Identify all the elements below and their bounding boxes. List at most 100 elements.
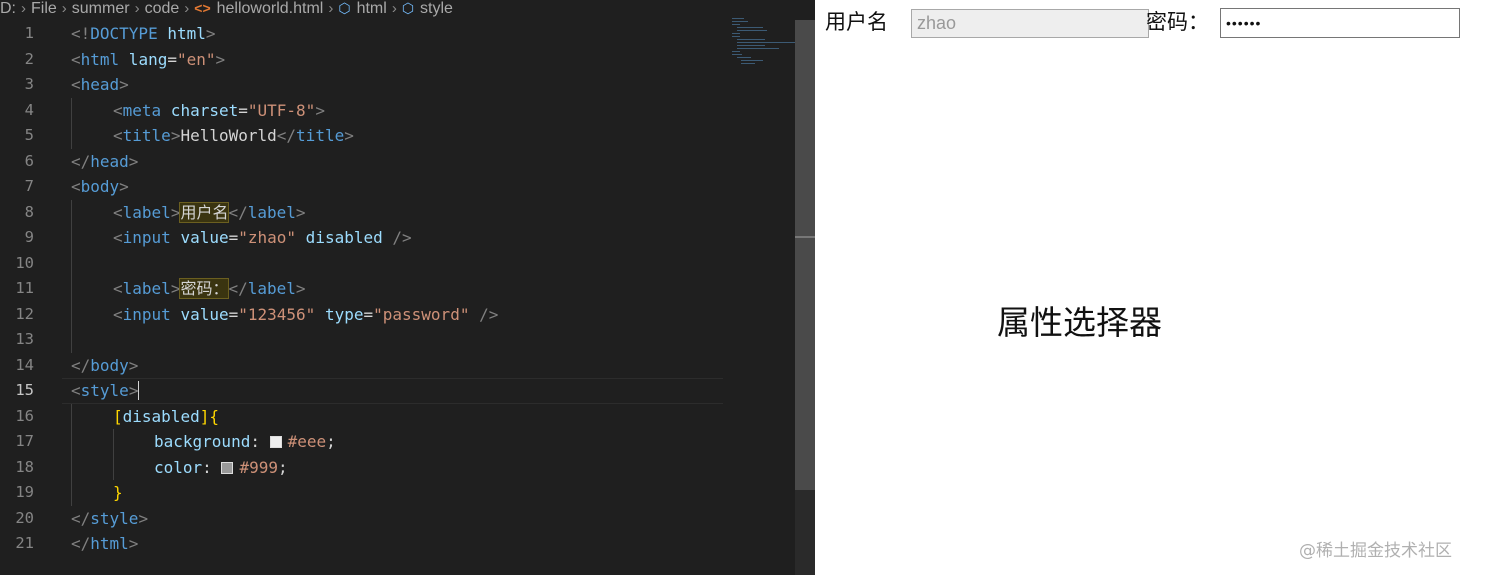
chevron-right-icon: › (391, 0, 397, 17)
current-line-highlight (62, 378, 723, 404)
cube-icon: ⬡ (401, 0, 415, 16)
breadcrumb-summer-folder[interactable]: summer (72, 0, 130, 17)
indent-guide (71, 454, 72, 480)
code-text: <html lang="en"> (71, 49, 226, 69)
code-text: <label>密码：</label> (113, 278, 306, 299)
code-line[interactable]: 17 background: #eee; (0, 429, 795, 455)
line-number: 11 (15, 279, 34, 297)
code-line[interactable]: 9 <input value="zhao" disabled /> (0, 225, 795, 251)
code-text: </head> (71, 151, 139, 171)
code-line[interactable]: 7 <body> (0, 174, 795, 200)
code-line[interactable]: 6 </head> (0, 149, 795, 175)
browser-preview: 用户名 zhao 密码： •••••• 属性选择器 @稀土掘金技术社区 (815, 0, 1512, 575)
scrollbar-thumb[interactable] (795, 20, 815, 490)
code-line[interactable]: 12 <input value="123456" type="password" … (0, 301, 795, 327)
code-line-active[interactable]: 15 <style> (0, 378, 795, 404)
line-number: 14 (15, 355, 34, 374)
code-text: [disabled]{ (113, 406, 219, 426)
watermark: @稀土掘金技术社区 (1299, 541, 1452, 561)
code-line[interactable]: 4 <meta charset="UTF-8"> (0, 97, 795, 123)
line-number: 2 (24, 49, 34, 68)
code-line[interactable]: 3 <head> (0, 72, 795, 98)
indent-guide (71, 480, 72, 506)
code-text: </style> (71, 508, 149, 528)
code-text: <style> (71, 381, 140, 400)
code-line[interactable]: 18 color: #999; (0, 454, 795, 480)
line-number: 16 (15, 406, 34, 425)
breadcrumb-style-element[interactable]: style (420, 0, 453, 17)
line-number: 20 (15, 508, 34, 527)
indent-guide (113, 454, 114, 480)
line-number: 7 (24, 177, 34, 195)
indent-guide (71, 276, 72, 302)
indent-guide (113, 429, 114, 455)
line-number: 8 (24, 202, 34, 221)
code-text: <body> (71, 177, 129, 196)
password-mask: •••••• (1226, 15, 1262, 31)
code-line[interactable]: 20 </style> (0, 506, 795, 532)
code-line[interactable]: 1 <!DOCTYPE html> (0, 21, 795, 47)
code-text: </body> (71, 355, 139, 375)
line-number: 6 (24, 151, 34, 170)
chevron-right-icon: › (61, 0, 67, 17)
minimap[interactable] (732, 18, 797, 78)
breadcrumb: D: › File › summer › code › <> helloworld.html › ⬡ h… (0, 0, 453, 20)
code-text: <label>用户名</label> (113, 201, 306, 223)
breadcrumb-html-element[interactable]: html (357, 0, 387, 17)
code-line[interactable]: 13 (0, 327, 795, 353)
line-number: 17 (15, 432, 34, 450)
password-label: 密码： (1146, 10, 1209, 34)
line-number: 19 (15, 483, 34, 501)
line-number: 3 (24, 75, 34, 93)
indent-guide (71, 225, 72, 251)
code-line[interactable]: 2 <html lang="en"> (0, 47, 795, 73)
code-line[interactable]: 19} (0, 480, 795, 506)
line-number: 9 (24, 228, 34, 246)
code-text: <!DOCTYPE html> (71, 24, 216, 43)
line-number: 10 (15, 253, 34, 272)
line-number: 13 (15, 330, 34, 348)
line-number: 21 (15, 534, 34, 552)
code-text: </html> (71, 534, 139, 553)
code-line[interactable]: 16 [disabled]{ (0, 403, 795, 429)
code-text: <head> (71, 75, 129, 94)
vertical-scrollbar[interactable] (795, 20, 815, 575)
code-text: <meta charset="UTF-8"> (113, 100, 325, 120)
indent-guide (71, 199, 72, 225)
code-text: <input value="123456" type="password" /> (113, 304, 499, 324)
indent-guide (71, 403, 72, 429)
line-number: 5 (24, 126, 34, 144)
color-swatch[interactable] (221, 461, 234, 474)
chevron-right-icon: › (184, 0, 190, 17)
text-cursor (138, 381, 140, 400)
username-label: 用户名 (825, 10, 888, 34)
line-number: 1 (24, 24, 34, 42)
breadcrumb-drive[interactable]: D: (0, 0, 16, 17)
code-text: color: #999; (154, 457, 288, 477)
code-text: } (113, 483, 123, 502)
code-area[interactable]: 1 <!DOCTYPE html> 2 <html lang="en"> 3 <hea… (0, 21, 795, 557)
line-number: 18 (15, 457, 34, 476)
highlighted-text: 密码： (179, 278, 230, 299)
breadcrumb-file[interactable]: helloworld.html (217, 0, 324, 17)
code-text: background: #eee; (154, 432, 336, 451)
code-line[interactable]: 10 (0, 250, 795, 276)
code-line[interactable]: 21 </html> (0, 531, 795, 557)
cube-icon: ⬡ (338, 0, 351, 16)
line-number: 15 (15, 381, 34, 399)
breadcrumb-code-folder[interactable]: code (145, 0, 180, 17)
code-line[interactable]: 8 <label>用户名</label> (0, 199, 795, 225)
code-editor[interactable]: D: › File › summer › code › <> helloworld.html › ⬡ h… (0, 0, 815, 575)
breadcrumb-file-folder[interactable]: File (31, 0, 57, 17)
code-line[interactable]: 14 </body> (0, 353, 795, 379)
highlighted-text: 用户名 (179, 201, 230, 223)
chevron-right-icon: › (134, 0, 140, 17)
code-text: <title>HelloWorld</title> (113, 126, 354, 145)
code-line[interactable]: 11 <label>密码：</label> (0, 276, 795, 302)
indent-guide (71, 429, 72, 455)
password-input[interactable]: •••••• (1220, 8, 1460, 38)
color-swatch[interactable] (269, 436, 282, 448)
code-text: <input value="zhao" disabled /> (113, 228, 412, 247)
indent-guide (71, 123, 72, 149)
code-line[interactable]: 5 <title>HelloWorld</title> (0, 123, 795, 149)
